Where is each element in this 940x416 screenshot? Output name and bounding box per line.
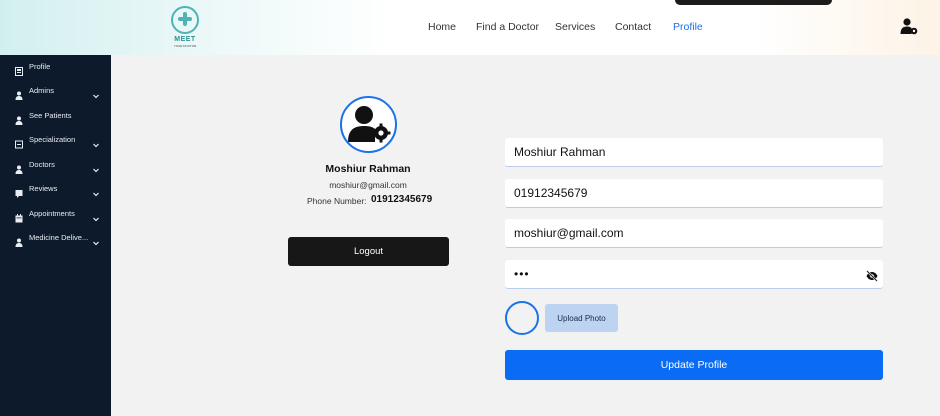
nav-home[interactable]: Home xyxy=(428,21,456,33)
name-field[interactable] xyxy=(505,138,883,167)
password-field[interactable] xyxy=(505,260,883,289)
logout-button[interactable]: Logout xyxy=(288,237,449,266)
sidebar-item-admins[interactable]: Admins xyxy=(0,82,111,102)
sidebar-item-label: Appointments xyxy=(29,209,75,218)
upload-photo-button[interactable]: Upload Photo xyxy=(545,304,618,332)
sidebar-item-profile[interactable]: Profile xyxy=(0,58,111,78)
sidebar-item-label: Reviews xyxy=(29,184,58,193)
brand-name: MEET xyxy=(174,36,196,43)
sidebar-item-label: Specialization xyxy=(29,135,76,144)
nav-contact[interactable]: Contact xyxy=(615,21,651,33)
nav-services[interactable]: Services xyxy=(555,21,595,33)
chevron-down-icon xyxy=(92,234,100,246)
user-icon xyxy=(15,161,23,174)
sidebar-item-label: Profile xyxy=(29,62,51,71)
sidebar-item-see-patients[interactable]: See Patients xyxy=(0,107,111,127)
user-icon xyxy=(15,87,23,100)
update-profile-button[interactable]: Update Profile xyxy=(505,350,883,380)
meet-logo[interactable]: MEET YOUR DOCTOR xyxy=(168,6,202,48)
chevron-down-icon xyxy=(92,161,100,173)
sidebar-item-specialization[interactable]: Specialization xyxy=(0,131,111,151)
chevron-down-icon xyxy=(92,185,100,197)
sidebar-item-label: Admins xyxy=(29,86,55,95)
calendar-icon xyxy=(15,210,23,223)
sidebar-item-label: Medicine Delive... xyxy=(29,233,89,242)
sidebar-item-medicine-delivery[interactable]: Medicine Delive... xyxy=(0,229,111,249)
overlay-strip xyxy=(675,0,832,5)
brand-tagline: YOUR DOCTOR xyxy=(173,44,197,48)
email-field[interactable] xyxy=(505,219,883,248)
nav-find-doctor[interactable]: Find a Doctor xyxy=(476,21,539,33)
sidebar-item-reviews[interactable]: Reviews xyxy=(0,180,111,200)
chevron-down-icon xyxy=(92,136,100,148)
top-navbar: MEET YOUR DOCTOR Home Find a Doctor Serv… xyxy=(0,0,940,55)
phone-label: Phone Number: xyxy=(307,196,367,206)
list-icon xyxy=(15,136,23,149)
user-icon xyxy=(15,112,23,125)
profile-name: Moshiur Rahman xyxy=(325,163,411,175)
avatar xyxy=(340,96,397,153)
sidebar-item-label: Doctors xyxy=(29,160,55,169)
profile-phone: 01912345679 xyxy=(371,194,433,205)
profile-icon xyxy=(15,63,23,76)
nav-profile[interactable]: Profile xyxy=(673,21,703,33)
user-gear-icon xyxy=(348,106,391,143)
photo-preview xyxy=(505,301,539,335)
sidebar-item-appointments[interactable]: Appointments xyxy=(0,205,111,225)
profile-email: moshiur@gmail.com xyxy=(329,180,407,190)
review-icon xyxy=(15,185,23,198)
medical-cross-icon xyxy=(178,12,192,26)
sidebar: Profile Admins See Patients Specializati… xyxy=(0,55,111,416)
user-settings-icon[interactable] xyxy=(900,17,918,35)
phone-field[interactable] xyxy=(505,179,883,208)
eye-slash-icon[interactable] xyxy=(866,269,878,282)
user-icon xyxy=(15,234,23,247)
chevron-down-icon xyxy=(92,210,100,222)
chevron-down-icon xyxy=(92,87,100,99)
sidebar-item-label: See Patients xyxy=(29,111,72,120)
sidebar-item-doctors[interactable]: Doctors xyxy=(0,156,111,176)
